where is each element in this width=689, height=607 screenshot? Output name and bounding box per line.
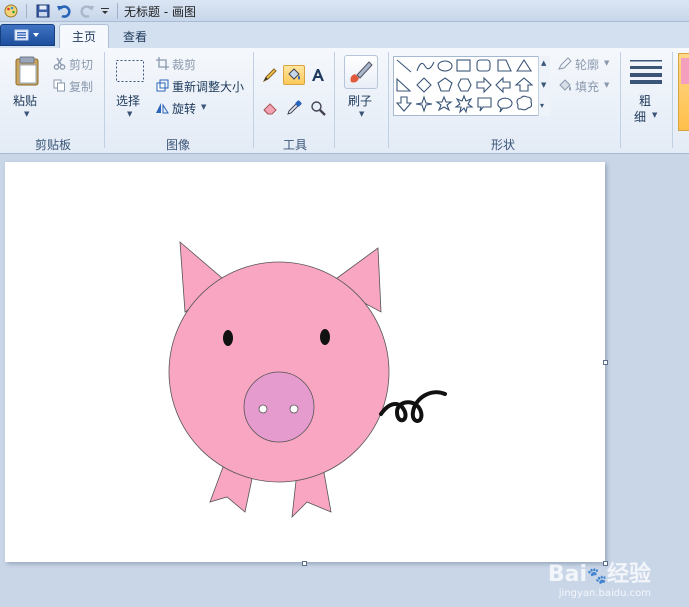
left-nostril xyxy=(258,404,268,414)
right-nostril xyxy=(289,404,299,414)
cut-icon xyxy=(52,56,66,70)
title-bar: 无标题 - 画图 xyxy=(0,0,689,22)
watermark-brand: Bai🐾经验 xyxy=(547,562,651,587)
clipboard-group-label: 剪贴板 xyxy=(34,138,71,152)
group-separator xyxy=(104,52,105,148)
save-icon[interactable] xyxy=(34,2,52,20)
separator xyxy=(22,2,30,20)
fill-button[interactable]: 填充 xyxy=(575,78,599,95)
fill-shape-icon xyxy=(557,78,573,92)
rotate-icon xyxy=(155,100,169,114)
scroll-down-icon[interactable]: ▼ xyxy=(541,81,546,89)
paste-dropdown-icon[interactable]: ▼ xyxy=(24,110,29,118)
eraser-tool[interactable] xyxy=(259,98,281,118)
cut-button[interactable]: 剪切 xyxy=(69,56,93,73)
drawing-canvas[interactable] xyxy=(5,162,605,562)
resize-icon xyxy=(155,78,169,92)
group-separator xyxy=(388,52,389,148)
paint-app-icon[interactable] xyxy=(2,2,20,20)
group-separator xyxy=(672,52,673,148)
separator xyxy=(117,3,118,19)
fill-icon xyxy=(288,68,300,80)
magnifier-tool[interactable] xyxy=(307,98,329,118)
magnifier-icon xyxy=(311,101,326,116)
group-separator xyxy=(620,52,621,148)
outline-button[interactable]: 轮廓 xyxy=(575,56,599,73)
color1-button[interactable] xyxy=(678,53,689,131)
text-icon xyxy=(312,69,324,81)
tab-home[interactable]: 主页 xyxy=(59,24,110,48)
canvas-resize-handle-right[interactable] xyxy=(603,360,608,365)
fill-dropdown-icon[interactable]: ▼ xyxy=(604,81,609,89)
outline-icon xyxy=(557,56,573,70)
pig-tail xyxy=(379,390,447,423)
resize-button[interactable]: 重新调整大小 xyxy=(172,78,244,95)
paste-icon[interactable] xyxy=(12,54,42,88)
menu-icon xyxy=(14,29,39,41)
pencil-tool[interactable] xyxy=(259,65,281,85)
watermark: Bai🐾经验 jingyan.baidu.com xyxy=(548,556,651,599)
paste-button[interactable]: 粘贴 xyxy=(13,92,37,109)
copy-button[interactable]: 复制 xyxy=(69,78,93,95)
size-label-bottom[interactable]: 细 xyxy=(634,108,646,125)
pencil-icon xyxy=(262,68,277,83)
eraser-icon xyxy=(263,103,277,115)
text-tool[interactable] xyxy=(307,65,329,85)
group-separator xyxy=(334,52,335,148)
right-eye xyxy=(320,329,330,345)
watermark-url: jingyan.baidu.com xyxy=(558,588,651,599)
redo-icon[interactable] xyxy=(78,2,96,20)
workspace: Bai🐾经验 jingyan.baidu.com xyxy=(0,155,689,607)
brush-icon[interactable] xyxy=(344,55,378,89)
brushes-button[interactable]: 刷子 xyxy=(348,92,372,109)
canvas-resize-handle-bottom[interactable] xyxy=(302,561,307,566)
ribbon: 粘贴 ▼ 剪切 复制 剪贴板 选择 ▼ 裁剪 重新调整大小 旋转 ▼ 图像 工具… xyxy=(0,48,689,154)
ribbon-tabs: 主页 查看 xyxy=(0,22,689,48)
window-title: 无标题 - 画图 xyxy=(124,5,196,19)
brushes-dropdown-icon[interactable]: ▼ xyxy=(359,110,364,118)
pig-snout xyxy=(243,371,315,443)
size-icon[interactable] xyxy=(629,56,663,86)
color-picker-tool[interactable] xyxy=(283,98,305,118)
group-separator xyxy=(253,52,254,148)
outline-dropdown-icon[interactable]: ▼ xyxy=(604,59,609,67)
paint-menu-button[interactable] xyxy=(0,24,55,46)
undo-icon[interactable] xyxy=(55,2,73,20)
tab-view[interactable]: 查看 xyxy=(111,24,159,48)
shapes-group-label: 形状 xyxy=(490,138,515,152)
select-button[interactable]: 选择 xyxy=(116,92,140,109)
select-icon[interactable] xyxy=(114,58,146,84)
qa-dropdown-icon[interactable] xyxy=(98,2,112,20)
left-eye xyxy=(223,330,233,346)
size-label-top[interactable]: 粗 xyxy=(639,92,651,109)
color1-swatch xyxy=(681,58,689,84)
rotate-button[interactable]: 旋转 xyxy=(172,100,196,117)
fill-tool[interactable] xyxy=(283,65,305,85)
shapes-scroll[interactable]: ▲ ▼ ▾ xyxy=(538,56,550,116)
crop-icon xyxy=(155,56,169,70)
color-picker-icon xyxy=(287,100,302,115)
scroll-up-icon[interactable]: ▲ xyxy=(541,59,546,67)
pig-drawing xyxy=(168,241,447,519)
gallery-expand-icon[interactable]: ▾ xyxy=(540,101,544,110)
rotate-dropdown-icon[interactable]: ▼ xyxy=(201,103,206,111)
crop-button[interactable]: 裁剪 xyxy=(172,56,196,73)
shapes-grid xyxy=(395,58,534,114)
copy-icon xyxy=(52,78,66,92)
size-dropdown-icon[interactable]: ▼ xyxy=(652,111,657,119)
image-group-label: 图像 xyxy=(165,138,190,152)
select-dropdown-icon[interactable]: ▼ xyxy=(127,110,132,118)
shapes-gallery[interactable] xyxy=(393,56,549,116)
paw-icon: 🐾 xyxy=(587,566,607,585)
tools-group-label: 工具 xyxy=(282,138,307,152)
